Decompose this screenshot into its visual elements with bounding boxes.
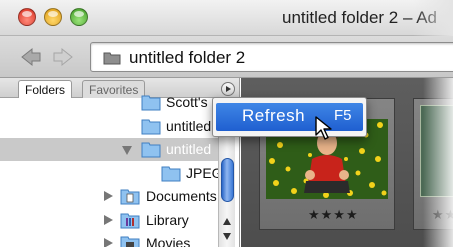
- toolbar: untitled folder 2: [0, 36, 453, 78]
- back-arrow-icon[interactable]: [20, 47, 42, 67]
- zoom-window-button[interactable]: [70, 8, 88, 26]
- scroll-down-arrow-icon[interactable]: [223, 233, 231, 240]
- path-text: untitled folder 2: [129, 48, 246, 67]
- minimize-window-button[interactable]: [44, 8, 62, 26]
- app-window: untitled folder 2 – Ad untitled folder 2…: [0, 0, 453, 247]
- disclosure-triangle-icon[interactable]: [122, 146, 132, 155]
- disclosure-triangle-icon[interactable]: [104, 238, 113, 247]
- star-rating[interactable]: ★★★★: [308, 207, 359, 223]
- tree-item-label: Documents: [146, 188, 217, 204]
- title-fade-overlay: [413, 0, 453, 36]
- forward-arrow-icon[interactable]: [52, 47, 74, 67]
- path-field[interactable]: untitled folder 2: [90, 42, 453, 72]
- content-fade-overlay: [423, 78, 453, 247]
- folder-icon: [141, 119, 161, 135]
- tree-item[interactable]: Movies: [0, 232, 228, 247]
- tree-item-label: untitled: [166, 141, 212, 157]
- tree-item[interactable]: Scott's C: [0, 91, 228, 114]
- movies-folder-icon: [120, 236, 140, 247]
- refresh-menu-label: Refresh: [242, 106, 306, 125]
- tree-item[interactable]: untitled: [0, 115, 228, 138]
- refresh-shortcut-label: F5: [334, 107, 352, 124]
- tree-item-label: Library: [146, 212, 189, 228]
- tree-item[interactable]: Documents: [0, 185, 228, 208]
- folders-panel: Folders Favorites Scott's C untitled unt…: [0, 78, 240, 247]
- scroll-up-arrow-icon[interactable]: [223, 218, 231, 225]
- tree-item[interactable]: JPEG: [0, 162, 228, 185]
- scrollbar-thumb[interactable]: [221, 158, 234, 202]
- folder-icon: [103, 52, 121, 65]
- context-menu: Refresh F5: [212, 97, 367, 137]
- folder-icon: [141, 95, 161, 111]
- tree-item-selected[interactable]: untitled: [0, 138, 228, 161]
- disclosure-triangle-icon[interactable]: [104, 191, 113, 201]
- refresh-menu-item[interactable]: Refresh F5: [216, 103, 363, 131]
- tree-item[interactable]: Library: [0, 209, 228, 232]
- disclosure-triangle-icon[interactable]: [104, 215, 113, 225]
- folder-icon: [141, 142, 161, 158]
- mouse-cursor-icon: [315, 116, 332, 140]
- tree-item-label: untitled: [166, 118, 212, 134]
- library-folder-icon: [120, 213, 140, 229]
- title-bar: untitled folder 2 – Ad: [0, 0, 453, 36]
- tree-item-label: Movies: [146, 235, 191, 247]
- close-window-button[interactable]: [18, 8, 36, 26]
- folder-icon: [161, 166, 181, 182]
- documents-folder-icon: [120, 189, 140, 205]
